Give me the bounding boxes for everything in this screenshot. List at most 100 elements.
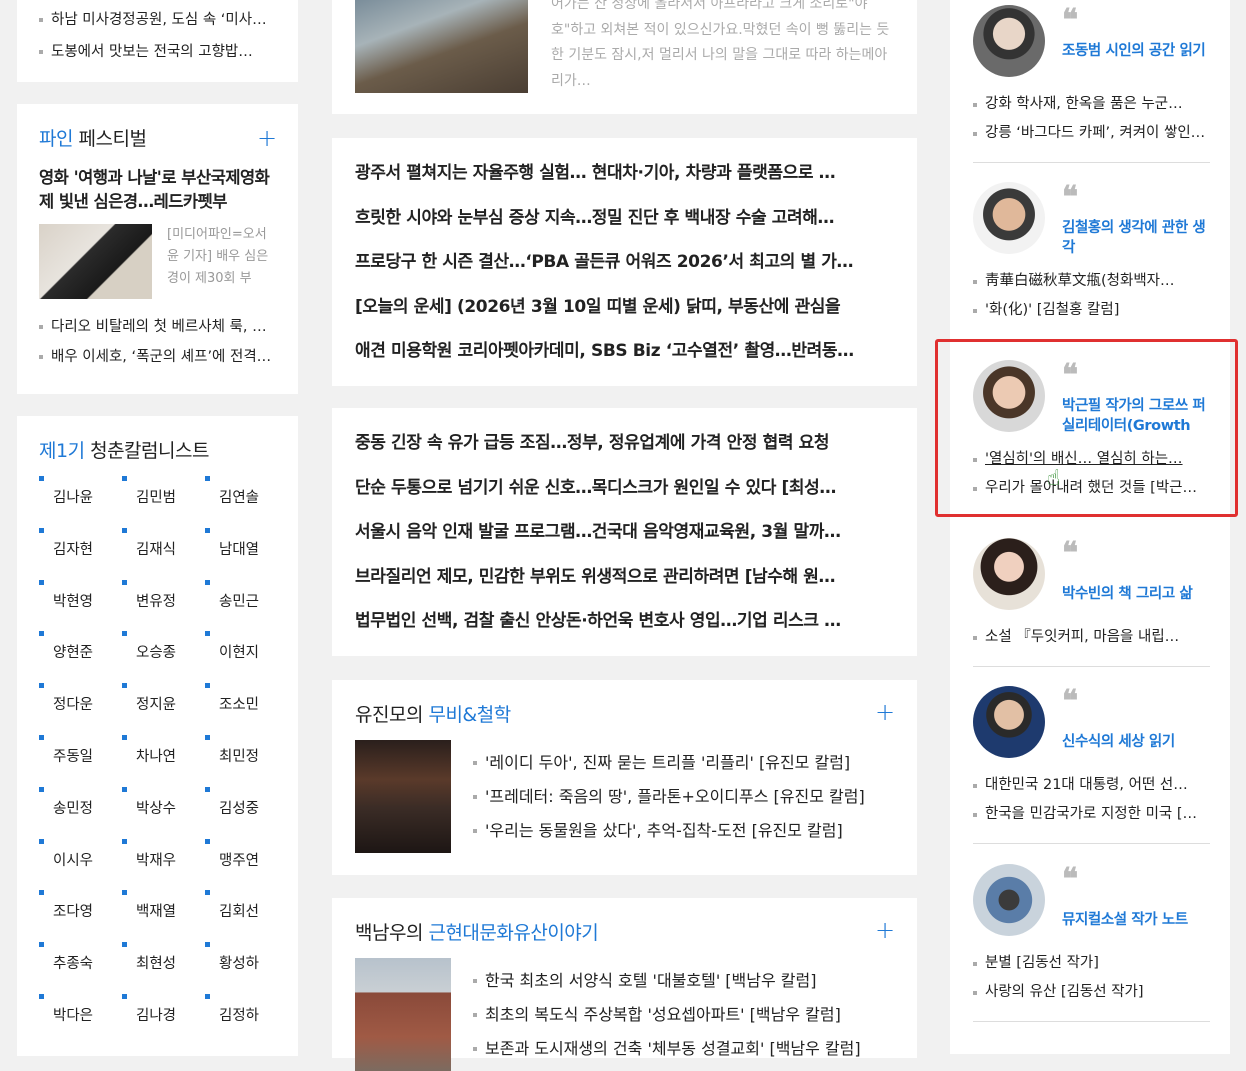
columnist-name-link[interactable]: 김연솔 — [205, 476, 288, 528]
section-title[interactable]: 유진모의 무비&철학 — [355, 700, 511, 727]
columnist-name-link[interactable]: 맹주연 — [205, 838, 288, 891]
columnist-name-link[interactable]: 이현지 — [205, 631, 288, 683]
featured-headline[interactable]: 영화 '여행과 나날'로 부산국제영화제 빛낸 심은경…레드카펫부 — [39, 166, 279, 214]
list-item[interactable]: 한국을 민감국가로 지정한 미국 [… — [973, 800, 1210, 829]
list-item[interactable]: 최초의 복도식 주상복합 '성요셉아파트' [백남우 칼럼] — [473, 998, 898, 1032]
columnist-name-link[interactable]: 이시우 — [39, 838, 122, 891]
columnist-avatar[interactable] — [973, 182, 1045, 254]
section-title[interactable]: 파인 페스티벌 — [39, 124, 147, 151]
headline-link[interactable]: 흐릿한 시야와 눈부심 증상 지속…정밀 진단 후 백내장 수술 고려해… — [355, 201, 885, 246]
columnist-name-link[interactable]: 박현영 — [39, 579, 122, 632]
columnist-name-link[interactable]: 최민정 — [205, 734, 288, 787]
columnist-name-link[interactable]: 박재우 — [122, 838, 205, 891]
list-item[interactable]: 하남 미사경정공원, 도심 속 ‘미사… — [39, 4, 279, 36]
fine-festival-box: 파인 페스티벌 + 영화 '여행과 나날'로 부산국제영화제 빛낸 심은경…레드… — [17, 104, 298, 394]
headline-link[interactable]: 법무법인 선백, 검찰 출신 안상돈·하언욱 변호사 영입…기업 리스크 … — [355, 604, 885, 649]
section-title[interactable]: 제1기 청춘칼럼니스트 — [39, 436, 209, 463]
columnist-name-link[interactable]: 송민근 — [205, 579, 288, 632]
columnist-name[interactable]: 김철홍의 생각에 관한 생각 — [1062, 218, 1212, 258]
columnist-name-link[interactable]: 박다은 — [39, 993, 122, 1046]
list-item[interactable]: 소설 『두잇커피, 마음을 내립… — [973, 623, 1210, 652]
section-title-author: 백남우의 — [355, 922, 429, 944]
divider — [973, 843, 1210, 844]
columnist-avatar[interactable] — [973, 5, 1045, 77]
list-item[interactable]: 대한민국 21대 대통령, 어떤 선… — [973, 771, 1210, 800]
headline-link[interactable]: 서울시 음악 인재 발굴 프로그램…건국대 음악영재교육원, 3월 말까… — [355, 515, 885, 560]
headline-link[interactable]: 프로당구 한 시즌 결산…‘PBA 골든큐 어워즈 2026’서 최고의 별 가… — [355, 245, 885, 290]
list-item[interactable]: '화(化)' [김철홍 칼럼] — [973, 296, 1210, 325]
columnist-name-link[interactable]: 양현준 — [39, 631, 122, 683]
heritage-box: 백남우의 근현대문화유산이야기 + 한국 최초의 서양식 호텔 '대불호텔' [… — [332, 898, 917, 1071]
hand-cursor-icon: ☝ — [1047, 466, 1061, 491]
columnist-avatar[interactable] — [973, 686, 1045, 758]
columnist-name-link[interactable]: 변유정 — [122, 579, 205, 632]
section-title-accent: 제1기 — [39, 440, 85, 462]
columnist-name[interactable]: 박수빈의 책 그리고 삶 — [1062, 584, 1212, 604]
columnist-name-link[interactable]: 김나윤 — [39, 476, 122, 528]
section-title[interactable]: 백남우의 근현대문화유산이야기 — [355, 918, 599, 945]
columnist-name-link[interactable]: 차나연 — [122, 734, 205, 787]
list-item[interactable]: 한국 최초의 서양식 호텔 '대불호텔' [백남우 칼럼] — [473, 964, 898, 998]
columnist-name-link[interactable]: 김재식 — [122, 527, 205, 580]
movie-thumbnail[interactable] — [355, 740, 451, 853]
columnist-name-link[interactable]: 김정하 — [205, 993, 288, 1046]
headline-link[interactable]: 중동 긴장 속 유가 급등 조짐…정부, 정유업계에 가격 안정 협력 요청 — [355, 426, 885, 471]
list-item[interactable]: 강화 학사재, 한옥을 품은 누군… — [973, 90, 1210, 119]
columnist-name-link[interactable]: 김성중 — [205, 786, 288, 839]
list-item[interactable]: 배우 이세호, ‘폭군의 셰프’에 전격… — [39, 342, 279, 372]
columnist-name[interactable]: 뮤지컬소설 작가 노트 — [1062, 910, 1212, 930]
columnist-name-link[interactable]: 조다영 — [39, 890, 122, 942]
columnist-name-link[interactable]: 김민범 — [122, 476, 205, 528]
columnist-avatar[interactable] — [973, 864, 1045, 936]
list-item[interactable]: 보존과 도시재생의 건축 '체부동 성결교회' [백남우 칼럼] — [473, 1032, 898, 1066]
columnist-sidebar: ❝ 조동범 시인의 공간 읽기강화 학사재, 한옥을 품은 누군… 강릉 ‘바그다드… — [950, 0, 1230, 1054]
article-summary[interactable]: 어가는 산 정상에 올라서서 아프라라고 크게 소리로"야호"하고 외쳐본 적이… — [551, 0, 896, 94]
columnist-name-link[interactable]: 최현성 — [122, 942, 205, 994]
headline-link[interactable]: 브라질리언 제모, 민감한 부위도 위생적으로 관리하려면 [남수해 원… — [355, 560, 885, 605]
columnist-name-link[interactable]: 백재열 — [122, 890, 205, 942]
more-plus-button[interactable]: + — [875, 700, 895, 724]
columnist-name-link[interactable]: 주동일 — [39, 734, 122, 787]
featured-summary[interactable]: [미디어파인=오서윤 기자] 배우 심은경이 제30회 부 — [167, 224, 277, 290]
list-item[interactable]: 사랑의 유산 [김동선 작가] — [973, 978, 1210, 1007]
columnist-name-link[interactable]: 정다운 — [39, 683, 122, 735]
columnist-name-link[interactable]: 김나경 — [122, 993, 205, 1046]
columnist-avatar[interactable] — [973, 538, 1045, 610]
columnist-name-grid: 김나윤 김민범 김연솔김자현 김재식 남대열박현영 변유정 송민근양현준 오승종 이현지정다운 정… — [39, 476, 294, 1046]
columnist-name-link[interactable]: 박상수 — [122, 786, 205, 839]
list-item[interactable]: '우리는 동물원을 샀다', 추억-집착-도전 [유진모 칼럼] — [473, 814, 898, 848]
quote-icon: ❝ — [1062, 536, 1079, 571]
highlight-frame — [935, 339, 1238, 517]
article-photo[interactable] — [355, 0, 528, 93]
list-item[interactable]: 다리오 비탈레의 첫 베르사체 룩, … — [39, 312, 279, 342]
more-plus-button[interactable]: + — [257, 126, 277, 150]
headline-link[interactable]: 광주서 펼쳐지는 자율주행 실험… 현대차·기아, 차량과 플랫폼으로 … — [355, 156, 885, 201]
list-item[interactable]: 분별 [김동선 작가] — [973, 949, 1210, 978]
columnist-name-link[interactable]: 정지윤 — [122, 683, 205, 735]
list-item[interactable]: '프레데터: 죽음의 땅', 플라톤+오이디푸스 [유진모 칼럼] — [473, 780, 898, 814]
list-item[interactable]: 靑華白磁秋草文甁(청화백자… — [973, 267, 1210, 296]
quote-icon: ❝ — [1062, 684, 1079, 719]
featured-thumbnail[interactable] — [39, 224, 152, 299]
columnist-name[interactable]: 신수식의 세상 읽기 — [1062, 732, 1212, 752]
left-top-box: 하남 미사경정공원, 도심 속 ‘미사… 도봉에서 맛보는 전국의 고향밥… — [17, 0, 298, 82]
headline-link[interactable]: 단순 두통으로 넘기기 쉬운 신호…목디스크가 원인일 수 있다 [최성… — [355, 471, 885, 516]
columnist-name-link[interactable]: 김회선 — [205, 890, 288, 942]
list-item[interactable]: 강릉 ‘바그다드 카페’, 켜켜이 쌓인… — [973, 119, 1210, 148]
columnist-name-link[interactable]: 김자현 — [39, 527, 122, 580]
columnist-name-link[interactable]: 조소민 — [205, 683, 288, 735]
heritage-list: 한국 최초의 서양식 호텔 '대불호텔' [백남우 칼럼] 최초의 복도식 주상… — [473, 964, 898, 1066]
columnist-name-link[interactable]: 추종숙 — [39, 942, 122, 994]
list-item[interactable]: '레이디 두아', 진짜 묻는 트리플 '리플리' [유진모 칼럼] — [473, 746, 898, 780]
columnist-name-link[interactable]: 황성하 — [205, 942, 288, 994]
columnist-name[interactable]: 조동범 시인의 공간 읽기 — [1062, 41, 1212, 61]
columnist-name-link[interactable]: 오승종 — [122, 631, 205, 683]
columnist-name-link[interactable]: 송민정 — [39, 786, 122, 839]
heritage-thumbnail[interactable] — [355, 958, 451, 1071]
list-item[interactable]: 도봉에서 맛보는 전국의 고향밥… — [39, 36, 279, 68]
columnist-name-link[interactable]: 남대열 — [205, 527, 288, 580]
section-title-author: 유진모의 — [355, 704, 429, 726]
more-plus-button[interactable]: + — [875, 918, 895, 942]
headline-link[interactable]: 애견 미용학원 코리아펫아카데미, SBS Biz ‘고수열전’ 촬영…반려동… — [355, 334, 885, 379]
headline-link[interactable]: [오늘의 운세] (2026년 3월 10일 띠별 운세) 닭띠, 부동산에 관… — [355, 290, 885, 335]
